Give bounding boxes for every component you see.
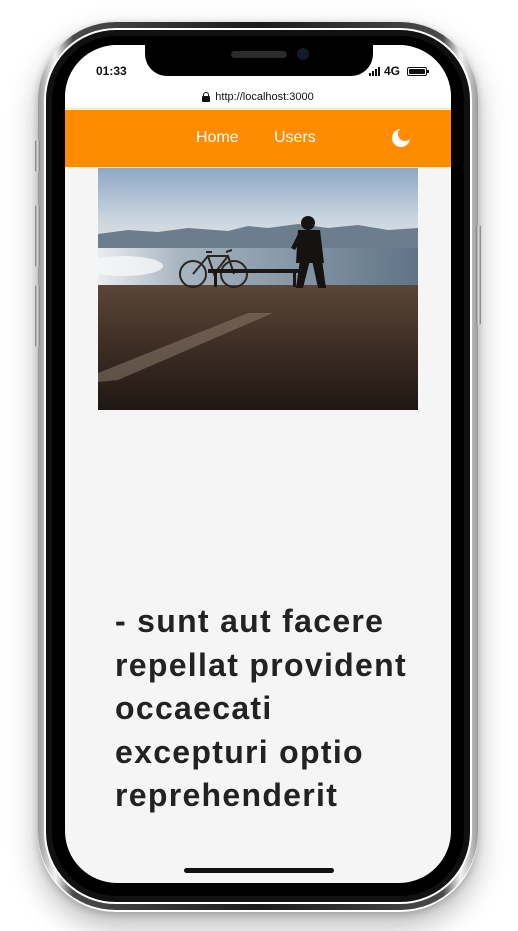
url-text: http://localhost:3000 xyxy=(215,90,314,103)
battery-icon xyxy=(407,66,429,76)
screen: 01:33 4G http://localhost:3000 Home User… xyxy=(65,45,451,883)
nav-link-home[interactable]: Home xyxy=(196,129,239,147)
mute-switch xyxy=(35,140,40,172)
moon-icon[interactable] xyxy=(391,127,412,148)
address-bar[interactable]: http://localhost:3000 xyxy=(65,85,451,109)
speaker-grille xyxy=(231,51,287,58)
status-indicators: 4G xyxy=(368,64,429,78)
nav-link-users[interactable]: Users xyxy=(274,129,316,147)
home-indicator[interactable] xyxy=(184,868,334,873)
status-time: 01:33 xyxy=(96,64,127,78)
front-camera xyxy=(297,48,309,60)
signal-icon xyxy=(368,66,380,76)
network-type: 4G xyxy=(383,64,400,78)
notch xyxy=(145,45,373,76)
volume-up-button xyxy=(35,205,40,267)
navbar: Home Users xyxy=(65,110,451,167)
hero-image xyxy=(98,168,418,410)
lock-icon xyxy=(202,91,211,102)
volume-down-button xyxy=(35,285,40,347)
power-button xyxy=(476,225,481,325)
post-title: - sunt aut facere repellat provident occ… xyxy=(115,603,407,813)
